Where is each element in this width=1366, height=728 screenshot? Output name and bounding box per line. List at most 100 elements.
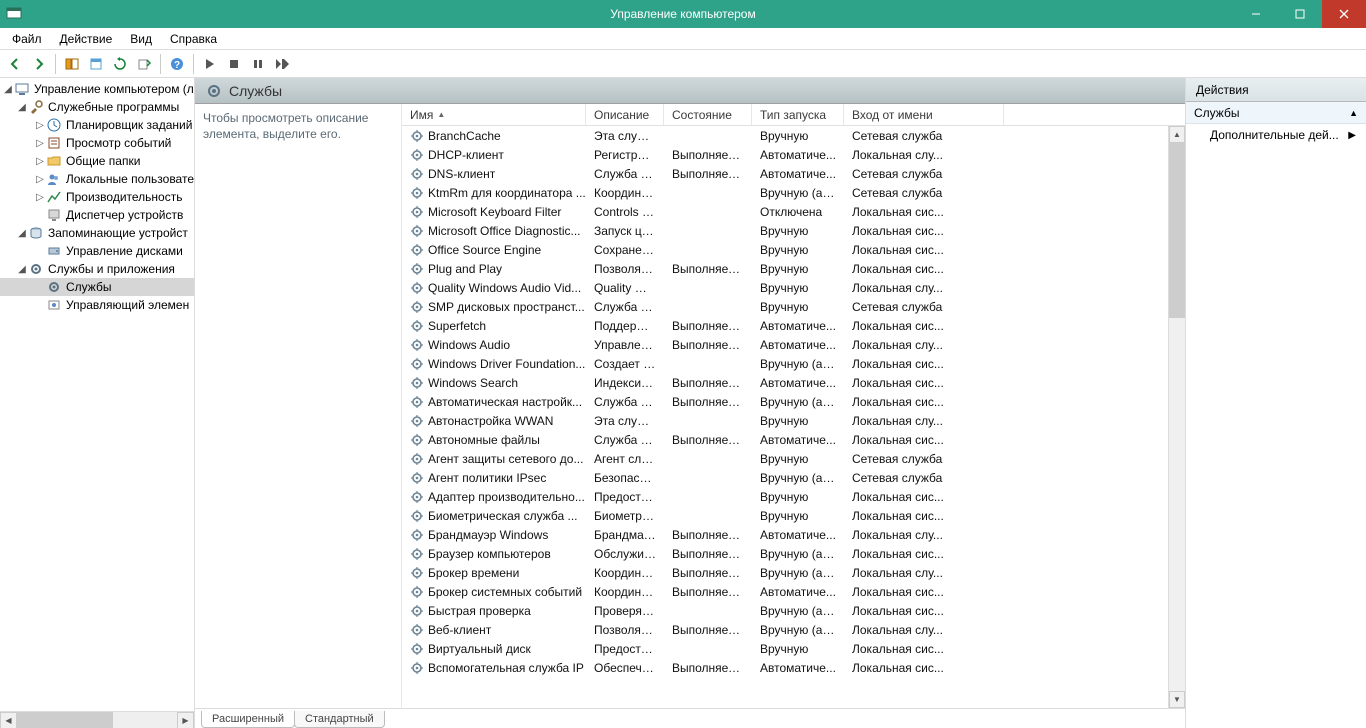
expander-icon[interactable]: ▷ <box>34 174 46 185</box>
menu-action[interactable]: Действие <box>52 30 121 48</box>
expander-icon[interactable]: ▷ <box>34 120 46 131</box>
service-row[interactable]: Виртуальный дискПредостав...ВручнуюЛокал… <box>402 639 1168 658</box>
service-description-hint: Чтобы просмотреть описание элемента, выд… <box>195 104 402 708</box>
menu-view[interactable]: Вид <box>122 30 160 48</box>
service-row[interactable]: Windows Driver Foundation...Создает п...… <box>402 354 1168 373</box>
tree-node[interactable]: Службы <box>0 278 194 296</box>
tree-horizontal-scrollbar[interactable]: ◀ ▶ <box>0 711 194 728</box>
show-hide-tree-button[interactable] <box>61 53 83 75</box>
menu-file[interactable]: Файл <box>4 30 50 48</box>
minimize-button[interactable] <box>1234 0 1278 28</box>
column-description[interactable]: Описание <box>586 104 664 125</box>
expander-icon[interactable]: ▷ <box>34 192 46 203</box>
service-row[interactable]: Вспомогательная служба IPОбеспечи...Выпо… <box>402 658 1168 677</box>
help-button[interactable]: ? <box>166 53 188 75</box>
service-row[interactable]: Брокер времениКоордини...ВыполняетсяВруч… <box>402 563 1168 582</box>
start-service-button[interactable] <box>199 53 221 75</box>
service-row[interactable]: Windows AudioУправлен...ВыполняетсяАвтом… <box>402 335 1168 354</box>
service-row[interactable]: Автономные файлыСлужба ав...ВыполняетсяА… <box>402 430 1168 449</box>
expander-icon[interactable]: ▷ <box>34 156 46 167</box>
service-logon-cell: Локальная сис... <box>844 319 1004 333</box>
menu-help[interactable]: Справка <box>162 30 225 48</box>
service-row[interactable]: Агент защиты сетевого до...Агент слу...В… <box>402 449 1168 468</box>
tree-node[interactable]: Управляющий элемен <box>0 296 194 314</box>
expander-icon[interactable]: ◢ <box>16 228 28 239</box>
restart-service-button[interactable] <box>271 53 293 75</box>
scroll-thumb[interactable] <box>1169 143 1185 318</box>
export-button[interactable] <box>133 53 155 75</box>
scroll-up-icon[interactable]: ▲ <box>1169 126 1185 143</box>
tree-node[interactable]: ◢Службы и приложения <box>0 260 194 278</box>
column-startup-type[interactable]: Тип запуска <box>752 104 844 125</box>
maximize-button[interactable] <box>1278 0 1322 28</box>
scroll-down-icon[interactable]: ▼ <box>1169 691 1185 708</box>
refresh-button[interactable] <box>109 53 131 75</box>
service-row[interactable]: Windows SearchИндексир...ВыполняетсяАвто… <box>402 373 1168 392</box>
tree-node[interactable]: ▷Локальные пользовате <box>0 170 194 188</box>
service-row[interactable]: SMP дисковых пространст...Служба уз...Вр… <box>402 297 1168 316</box>
column-state[interactable]: Состояние <box>664 104 752 125</box>
service-row[interactable]: KtmRm для координатора ...Координи...Вру… <box>402 183 1168 202</box>
expander-icon[interactable]: ◢ <box>16 264 28 275</box>
actions-section-services[interactable]: Службы ▲ <box>1186 102 1366 124</box>
scroll-right-icon[interactable]: ▶ <box>177 712 194 728</box>
service-row[interactable]: Автонастройка WWANЭта служб...ВручнуюЛок… <box>402 411 1168 430</box>
service-row[interactable]: Plug and PlayПозволяет...ВыполняетсяВруч… <box>402 259 1168 278</box>
service-name-cell: Plug and Play <box>402 262 586 276</box>
column-name[interactable]: Имя▲ <box>402 104 586 125</box>
tree-node[interactable]: ▷Производительность <box>0 188 194 206</box>
scroll-track[interactable] <box>17 712 177 728</box>
tree-root[interactable]: ◢ Управление компьютером (л <box>0 80 194 98</box>
service-description-cell: Эта служб... <box>586 129 664 143</box>
column-logon-as[interactable]: Вход от имени <box>844 104 1004 125</box>
service-state-cell: Выполняется <box>664 262 752 276</box>
service-row[interactable]: Quality Windows Audio Vid...Quality Wi..… <box>402 278 1168 297</box>
pause-service-button[interactable] <box>247 53 269 75</box>
toolbar-separator <box>55 54 56 74</box>
scroll-track[interactable] <box>1169 143 1185 691</box>
service-row[interactable]: Быстрая проверкаПроверяет...Вручную (ак.… <box>402 601 1168 620</box>
expander-icon[interactable]: ▷ <box>34 138 46 149</box>
service-row[interactable]: Биометрическая служба ...Биометри...Вруч… <box>402 506 1168 525</box>
service-row[interactable]: Веб-клиентПозволяет...ВыполняетсяВручную… <box>402 620 1168 639</box>
service-startup-cell: Вручную <box>752 300 844 314</box>
service-name-cell: Автоматическая настройк... <box>402 395 586 409</box>
expander-icon[interactable]: ◢ <box>16 102 28 113</box>
folder-icon <box>46 153 62 169</box>
service-row[interactable]: DNS-клиентСлужба D...ВыполняетсяАвтомати… <box>402 164 1168 183</box>
service-row[interactable]: SuperfetchПоддержи...ВыполняетсяАвтомати… <box>402 316 1168 335</box>
tree-node[interactable]: Диспетчер устройств <box>0 206 194 224</box>
scroll-left-icon[interactable]: ◀ <box>0 712 17 728</box>
service-row[interactable]: Office Source EngineСохранен...ВручнуюЛо… <box>402 240 1168 259</box>
service-row[interactable]: Брокер системных событийКоордини...Выпол… <box>402 582 1168 601</box>
tree-node[interactable]: ▷Просмотр событий <box>0 134 194 152</box>
list-vertical-scrollbar[interactable]: ▲ ▼ <box>1168 126 1185 708</box>
forward-button[interactable] <box>28 53 50 75</box>
service-row[interactable]: Адаптер производительно...Предостав...Вр… <box>402 487 1168 506</box>
service-row[interactable]: Брандмауэр WindowsБрандмау...Выполняется… <box>402 525 1168 544</box>
tree-node[interactable]: ◢Служебные программы <box>0 98 194 116</box>
service-row[interactable]: Microsoft Keyboard FilterControls k...От… <box>402 202 1168 221</box>
tree-node[interactable]: ▷Планировщик заданий <box>0 116 194 134</box>
service-description-cell: Поддержи... <box>586 319 664 333</box>
actions-more[interactable]: Дополнительные дей... ▶ <box>1186 124 1366 146</box>
tab-standard[interactable]: Стандартный <box>294 711 385 728</box>
service-row[interactable]: BranchCacheЭта служб...ВручнуюСетевая сл… <box>402 126 1168 145</box>
service-row[interactable]: Автоматическая настройк...Служба ав...Вы… <box>402 392 1168 411</box>
expander-icon[interactable]: ◢ <box>2 84 14 95</box>
service-row[interactable]: Microsoft Office Diagnostic...Запуск це.… <box>402 221 1168 240</box>
service-row[interactable]: Браузер компьютеровОбслужив...Выполняетс… <box>402 544 1168 563</box>
tree-node[interactable]: Управление дисками <box>0 242 194 260</box>
service-description-cell: Служба уз... <box>586 300 664 314</box>
back-button[interactable] <box>4 53 26 75</box>
service-row[interactable]: Агент политики IPsecБезопасно...Вручную … <box>402 468 1168 487</box>
close-button[interactable] <box>1322 0 1366 28</box>
properties-button[interactable] <box>85 53 107 75</box>
scroll-thumb[interactable] <box>17 712 113 728</box>
tree-node[interactable]: ◢Запоминающие устройст <box>0 224 194 242</box>
bottom-tabs: Расширенный Стандартный <box>195 708 1185 728</box>
service-row[interactable]: DHCP-клиентРегистрир...ВыполняетсяАвтома… <box>402 145 1168 164</box>
tab-extended[interactable]: Расширенный <box>201 711 295 728</box>
stop-service-button[interactable] <box>223 53 245 75</box>
tree-node[interactable]: ▷Общие папки <box>0 152 194 170</box>
